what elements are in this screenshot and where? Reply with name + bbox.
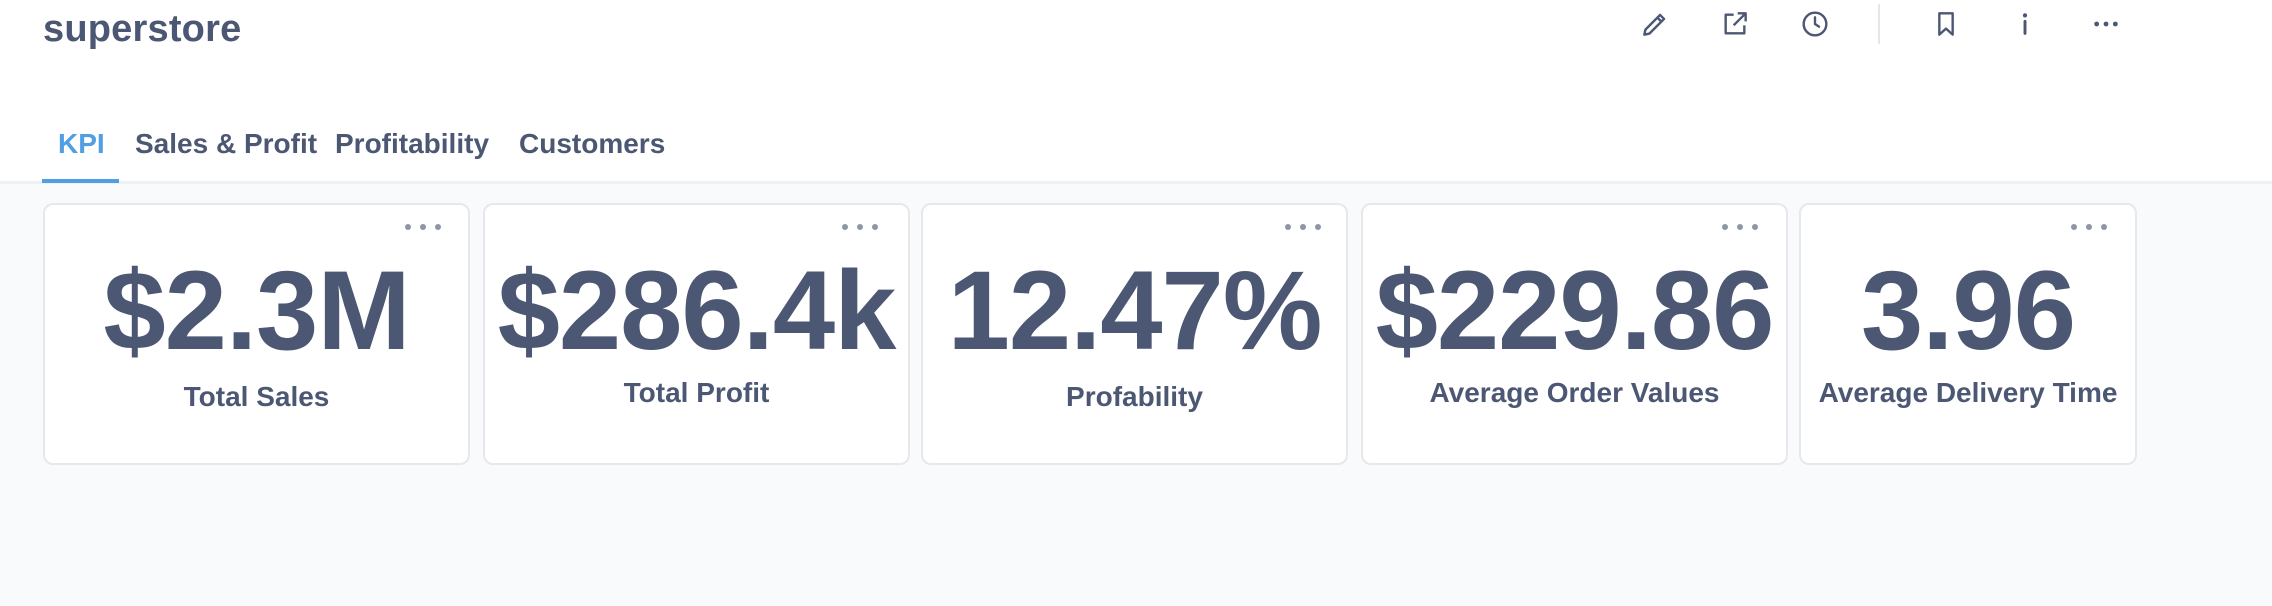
kpi-card-total-profit: $286.4k Total Profit bbox=[483, 203, 910, 465]
pencil-icon bbox=[1643, 13, 1666, 36]
tab-customers[interactable]: Customers bbox=[519, 128, 665, 160]
kpi-label: Total Profit bbox=[623, 377, 770, 408]
tab-profitability[interactable]: Profitability bbox=[335, 128, 489, 160]
active-tab-indicator bbox=[42, 179, 119, 183]
history-button[interactable] bbox=[1795, 4, 1835, 44]
bookmark-icon bbox=[1938, 12, 1954, 36]
page-title: superstore bbox=[43, 8, 242, 50]
kpi-card-total-sales: $2.3M Total Sales bbox=[43, 203, 470, 465]
kpi-label: Profability bbox=[1066, 381, 1203, 412]
kpi-label: Average Delivery Time bbox=[1818, 377, 2118, 408]
kpi-card-average-delivery-time: 3.96 Average Delivery Time bbox=[1799, 203, 2137, 465]
kpi-label: Total Sales bbox=[183, 381, 330, 412]
edit-button[interactable] bbox=[1635, 4, 1675, 44]
card-more-icon[interactable] bbox=[1285, 219, 1321, 235]
card-more-icon[interactable] bbox=[1722, 219, 1758, 235]
kpi-value: 3.96 bbox=[1861, 248, 2076, 373]
more-icon bbox=[2094, 21, 2118, 27]
kpi-value: 12.47% bbox=[947, 248, 1323, 373]
info-icon bbox=[2022, 13, 2028, 35]
share-button[interactable] bbox=[1715, 4, 1755, 44]
kpi-value: $286.4k bbox=[497, 248, 897, 373]
tab-sales-profit[interactable]: Sales & Profit bbox=[135, 128, 317, 160]
clock-icon bbox=[1802, 11, 1828, 37]
share-icon bbox=[1724, 12, 1747, 35]
kpi-label: Average Order Values bbox=[1429, 377, 1720, 408]
kpi-card-average-order-values: $229.86 Average Order Values bbox=[1361, 203, 1788, 465]
bookmark-button[interactable] bbox=[1926, 4, 1966, 44]
card-more-icon[interactable] bbox=[2071, 219, 2107, 235]
kpi-value: $2.3M bbox=[103, 248, 410, 373]
more-options-button[interactable] bbox=[2086, 4, 2126, 44]
card-more-icon[interactable] bbox=[842, 219, 878, 235]
tab-kpi[interactable]: KPI bbox=[58, 128, 105, 160]
kpi-card-profitability: 12.47% Profability bbox=[921, 203, 1348, 465]
info-button[interactable] bbox=[2005, 4, 2045, 44]
toolbar-divider bbox=[1878, 4, 1880, 44]
dashboard-header: superstore KPI Sales & Profit Profitabil… bbox=[0, 0, 2272, 184]
card-more-icon[interactable] bbox=[405, 219, 441, 235]
kpi-value: $229.86 bbox=[1375, 248, 1775, 373]
